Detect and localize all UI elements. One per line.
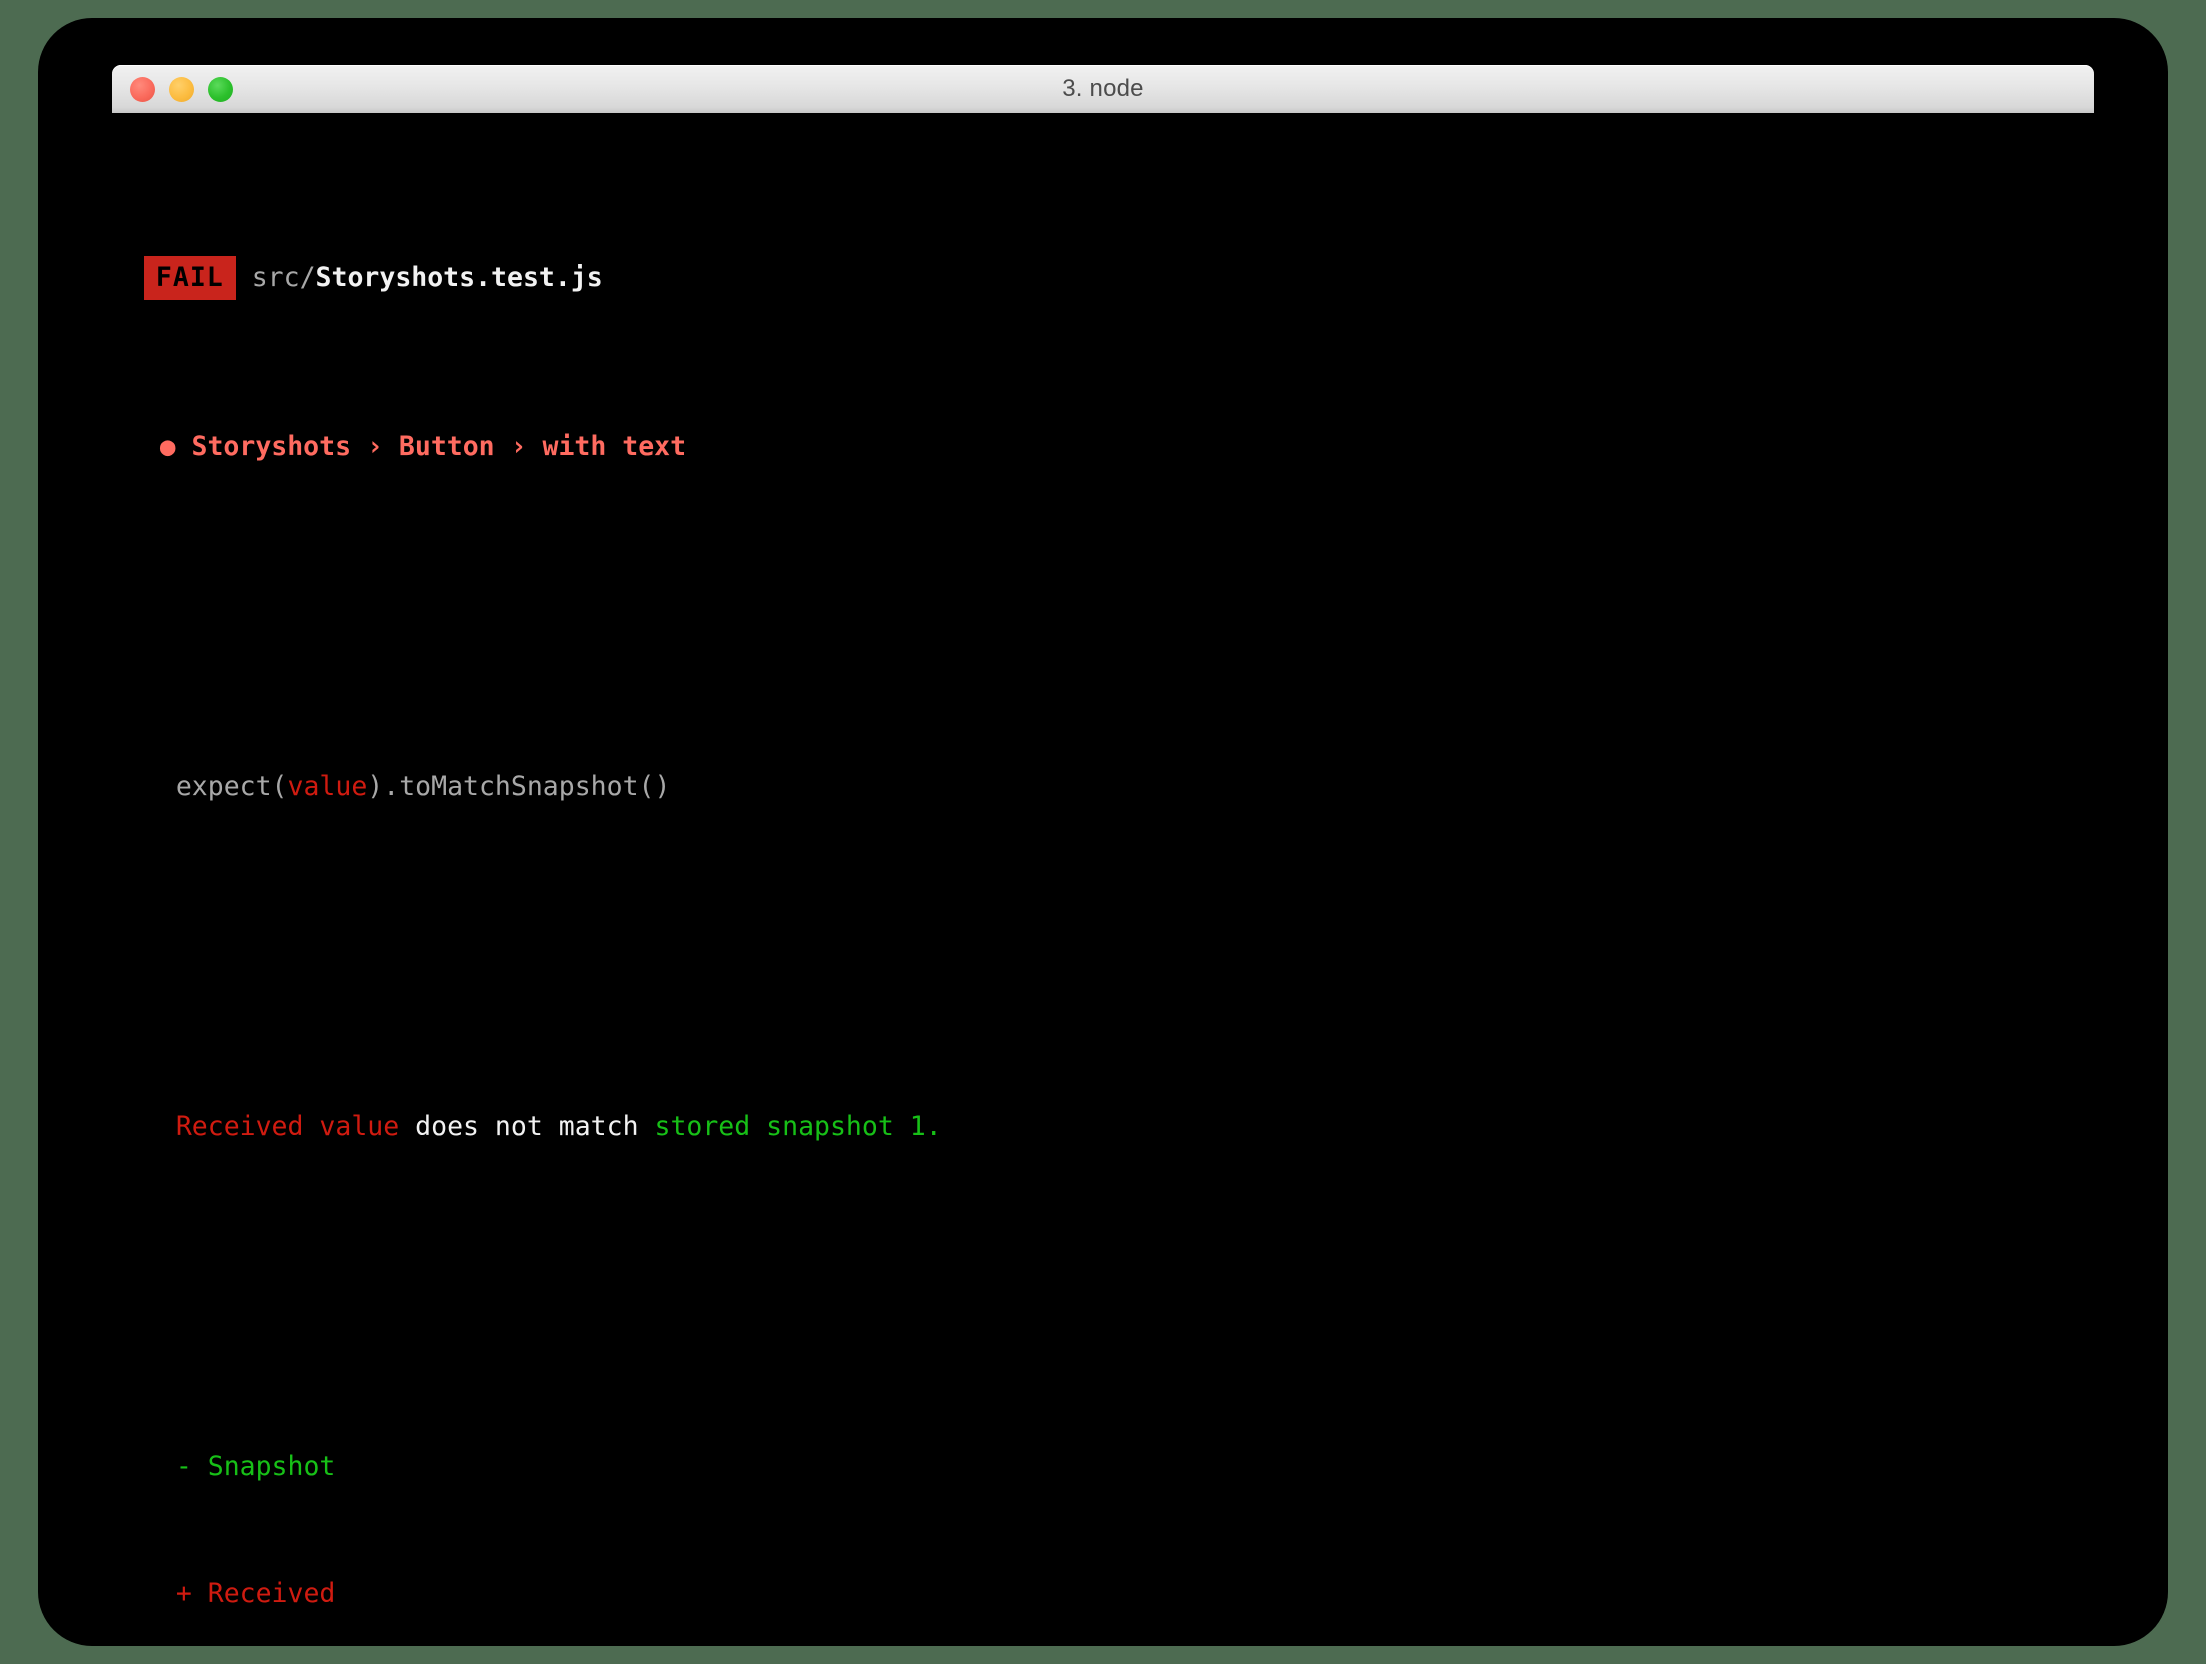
mismatch-line: Received value does not match stored sna… [112, 1106, 2094, 1149]
failing-test-title: Storyshots › Button › with text [191, 430, 687, 462]
fail-header-line: FAIL src/Storyshots.test.js [112, 255, 2094, 300]
assertion-before: expect( [175, 770, 288, 802]
window-title: 3. node [1062, 75, 1144, 102]
legend-received: + Received [175, 1578, 336, 1609]
failing-test-line: ● Storyshots › Button › with text [112, 426, 2094, 469]
window-titlebar[interactable]: 3. node [112, 65, 2094, 113]
mismatch-middle: does not match [399, 1110, 655, 1142]
assertion-after: ).toMatchSnapshot() [367, 770, 671, 802]
fail-badge: FAIL [143, 255, 236, 300]
terminal-output[interactable]: FAIL src/Storyshots.test.js ● Storyshots… [112, 113, 2094, 1646]
fail-path-prefix: src/ [251, 261, 316, 293]
mismatch-stored: stored snapshot 1. [654, 1110, 942, 1142]
legend-snapshot-line: - Snapshot [112, 1446, 2094, 1489]
fail-path-file: Storyshots.test.js [315, 261, 603, 293]
legend-snapshot: - Snapshot [175, 1450, 336, 1482]
assertion-line: expect(value).toMatchSnapshot() [112, 766, 2094, 809]
test-bullet-icon: ● [159, 431, 176, 462]
legend-received-line: + Received [112, 1573, 2094, 1616]
assertion-value: value [287, 770, 368, 802]
mismatch-received: Received value [175, 1110, 400, 1142]
terminal-window: 3. node FAIL src/Storyshots.test.js ● St… [38, 18, 2168, 1646]
